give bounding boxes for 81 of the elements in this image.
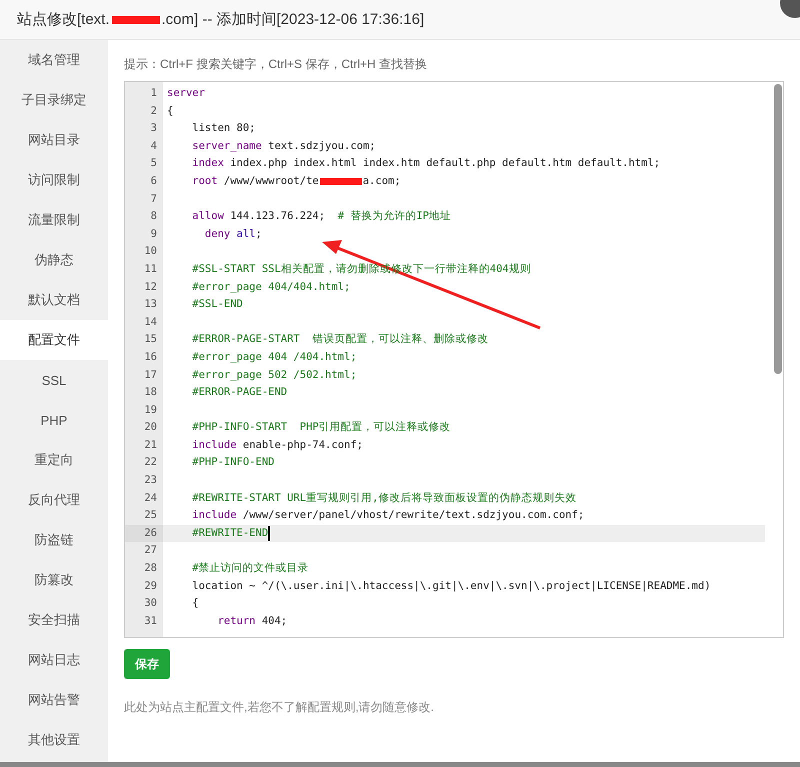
line-number: 18 — [143, 385, 158, 400]
sidebar-item[interactable]: 防篡改 — [0, 560, 108, 600]
line-number: 11 — [143, 262, 158, 277]
line-number: 28 — [143, 561, 158, 576]
code-line: #error_page 502 /502.html; — [191, 368, 357, 382]
line-number: 7 — [150, 192, 158, 207]
line-number: 2 — [150, 104, 158, 119]
code-line: #禁止访问的文件或目录 — [191, 561, 309, 576]
line-number: 13 — [143, 297, 158, 312]
sidebar-item[interactable]: 默认文档 — [0, 280, 108, 320]
line-number: 8 — [150, 209, 158, 224]
code-line: #ERROR-PAGE-START 错误页配置，可以注释、删除或修改 — [191, 332, 488, 348]
sidebar-item[interactable]: 防盗链 — [0, 520, 108, 560]
sidebar-item[interactable]: 安全扫描 — [0, 600, 108, 640]
code-line: #error_page 404 /404.html; — [191, 350, 357, 365]
code-line: #PHP-INFO-START PHP引用配置，可以注释或修改 — [191, 420, 451, 436]
code-line: include /www/server/panel/vhost/rewrite/text.sdzjyou.com.conf; — [191, 508, 584, 524]
window-title: .com] -- 添加时间[2023-12-06 17:36:16] — [162, 10, 424, 29]
line-number: 31 — [143, 614, 158, 629]
line-number: 6 — [150, 174, 158, 189]
line-number: 26 — [125, 524, 163, 542]
sidebar-item[interactable]: 伪静态 — [0, 240, 108, 280]
sidebar-item[interactable]: 流量限制 — [0, 200, 108, 240]
code-line: root /www/wwwroot/te a.com; — [191, 174, 401, 189]
line-number: 17 — [143, 368, 158, 382]
line-number: 21 — [143, 438, 158, 453]
line-number: 4 — [150, 138, 158, 154]
line-number: 12 — [143, 280, 158, 295]
sidebar-item[interactable]: SSL — [0, 360, 108, 400]
line-number: 22 — [143, 455, 158, 470]
code-line: return 404; — [216, 614, 288, 629]
code-line: { — [191, 596, 199, 612]
sidebar-item[interactable]: PHP — [0, 400, 108, 440]
line-number: 14 — [143, 314, 158, 330]
text-cursor — [268, 526, 270, 542]
code-line: #ERROR-PAGE-END — [191, 385, 288, 400]
line-number: 15 — [143, 332, 158, 348]
code-line: allow 144.123.76.224; # 替换为允许的IP地址 — [191, 209, 451, 224]
sidebar-item[interactable]: 子目录绑定 — [0, 80, 108, 120]
code-line: { — [167, 104, 174, 119]
line-number: 19 — [143, 402, 158, 418]
code-line: #SSL-END — [191, 297, 243, 312]
sidebar-item[interactable]: 配置文件 — [0, 320, 108, 360]
code-line: #PHP-INFO-END — [191, 455, 274, 470]
sidebar-item[interactable]: 网站日志 — [0, 640, 108, 680]
line-number: 3 — [150, 121, 158, 136]
line-number: 1 — [150, 86, 158, 101]
line-number: 30 — [143, 596, 158, 612]
line-number: 27 — [143, 543, 158, 558]
line-number: 25 — [143, 508, 158, 524]
code-editor[interactable] — [124, 81, 784, 638]
line-number: 23 — [143, 473, 158, 488]
code-line: server — [167, 86, 205, 101]
line-number: 24 — [143, 490, 158, 506]
code-line: index index.php index.html index.htm default.php default.htm default.html; — [191, 156, 660, 172]
code-line: listen 80; — [191, 121, 256, 136]
hint-text: 提示：Ctrl+F 搜索关键字，Ctrl+S 保存，Ctrl+H 查找替换 — [124, 56, 428, 73]
code-line: #REWRITE-START URL重写规则引用,修改后将导致面板设置的伪静态规则失效 — [191, 490, 576, 506]
sidebar-item[interactable]: 其他设置 — [0, 720, 108, 760]
line-number: 9 — [150, 226, 158, 242]
redaction-mark — [110, 14, 161, 26]
line-number: 20 — [143, 420, 158, 436]
line-number: 29 — [143, 578, 158, 594]
code-line: include enable-php-74.conf; — [191, 438, 363, 453]
sidebar-item[interactable]: 网站告警 — [0, 680, 108, 720]
code-line: server_name text.sdzjyou.com; — [191, 138, 376, 154]
code-line: #error_page 404/404.html; — [191, 280, 350, 295]
sidebar-item[interactable]: 域名管理 — [0, 40, 108, 80]
sidebar-item[interactable]: 重定向 — [0, 440, 108, 480]
window-title: 站点修改[text. — [17, 10, 110, 29]
sidebar-item[interactable]: 访问限制 — [0, 160, 108, 200]
line-number: 5 — [150, 156, 158, 172]
code-line: deny all; — [204, 226, 262, 242]
sidebar-item[interactable]: 反向代理 — [0, 480, 108, 520]
line-number: 10 — [143, 244, 158, 260]
code-line: #REWRITE-END — [191, 526, 268, 541]
note-text: 此处为站点主配置文件,若您不了解配置规则,请勿随意修改. — [124, 699, 436, 716]
scrollbar-thumb[interactable] — [774, 84, 782, 374]
line-number: 16 — [143, 350, 158, 365]
code-line: location ~ ^/(\.user.ini|\.htaccess|\.git|\.env|\.svn|\.project|LICENSE|README.md) — [191, 578, 711, 594]
sidebar-item[interactable]: 网站目录 — [0, 120, 108, 160]
